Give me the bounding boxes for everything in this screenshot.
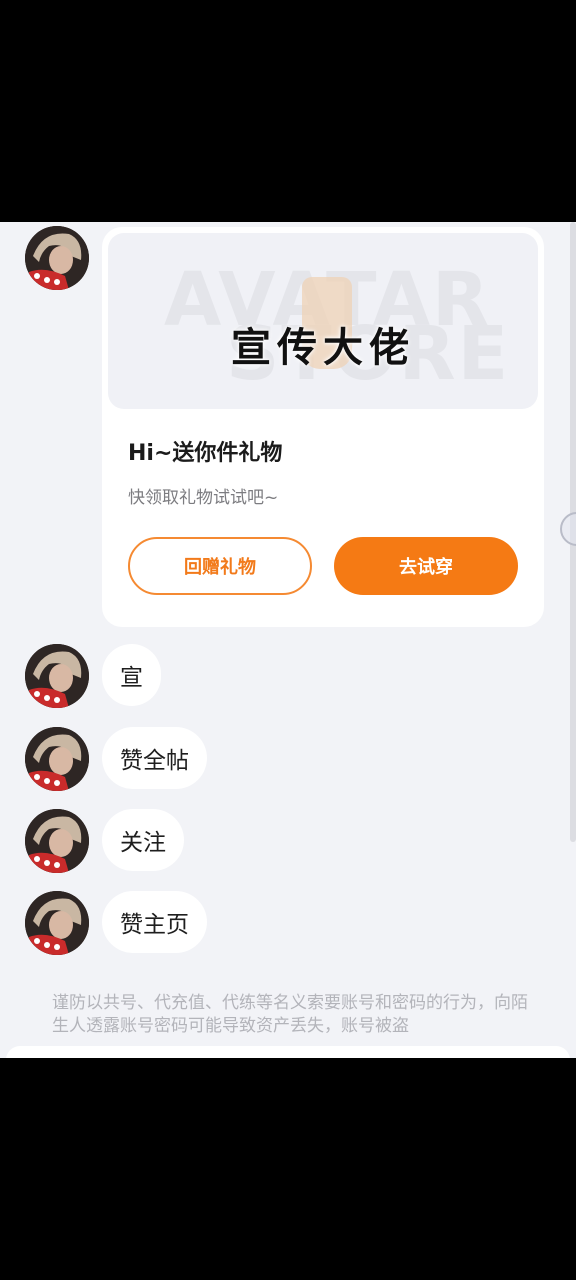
- gift-card-title: Hi~送你件礼物: [128, 441, 283, 466]
- promo-overlay-text: 宣传大佬: [231, 324, 415, 371]
- gift-banner: AVATAR STORE 宣传大佬: [108, 233, 538, 409]
- message-bubble[interactable]: 宣: [102, 644, 161, 706]
- sender-avatar[interactable]: [25, 727, 89, 791]
- message-bubble[interactable]: 关注: [102, 809, 184, 871]
- sender-avatar[interactable]: [25, 644, 89, 708]
- security-notice: 谨防以共号、代充值、代练等名义索要账号和密码的行为，向陌生人透露账号密码可能导致…: [52, 993, 528, 1036]
- message-bubble[interactable]: 赞全帖: [102, 727, 207, 789]
- input-panel: [6, 1046, 570, 1058]
- chat-screen: AVATAR STORE 宣传大佬 Hi~送你件礼物 快领取礼物试试吧~ 回赠礼…: [0, 222, 576, 1058]
- sender-avatar[interactable]: [25, 226, 89, 290]
- message-bubble[interactable]: 赞主页: [102, 891, 207, 953]
- touch-indicator: [560, 512, 576, 546]
- gift-card-subtitle: 快领取礼物试试吧~: [128, 488, 279, 508]
- return-gift-button[interactable]: 回赠礼物: [128, 537, 312, 595]
- sender-avatar[interactable]: [25, 809, 89, 873]
- gift-card: AVATAR STORE 宣传大佬 Hi~送你件礼物 快领取礼物试试吧~ 回赠礼…: [102, 227, 576, 627]
- try-on-button[interactable]: 去试穿: [334, 537, 518, 595]
- sender-avatar[interactable]: [25, 891, 89, 955]
